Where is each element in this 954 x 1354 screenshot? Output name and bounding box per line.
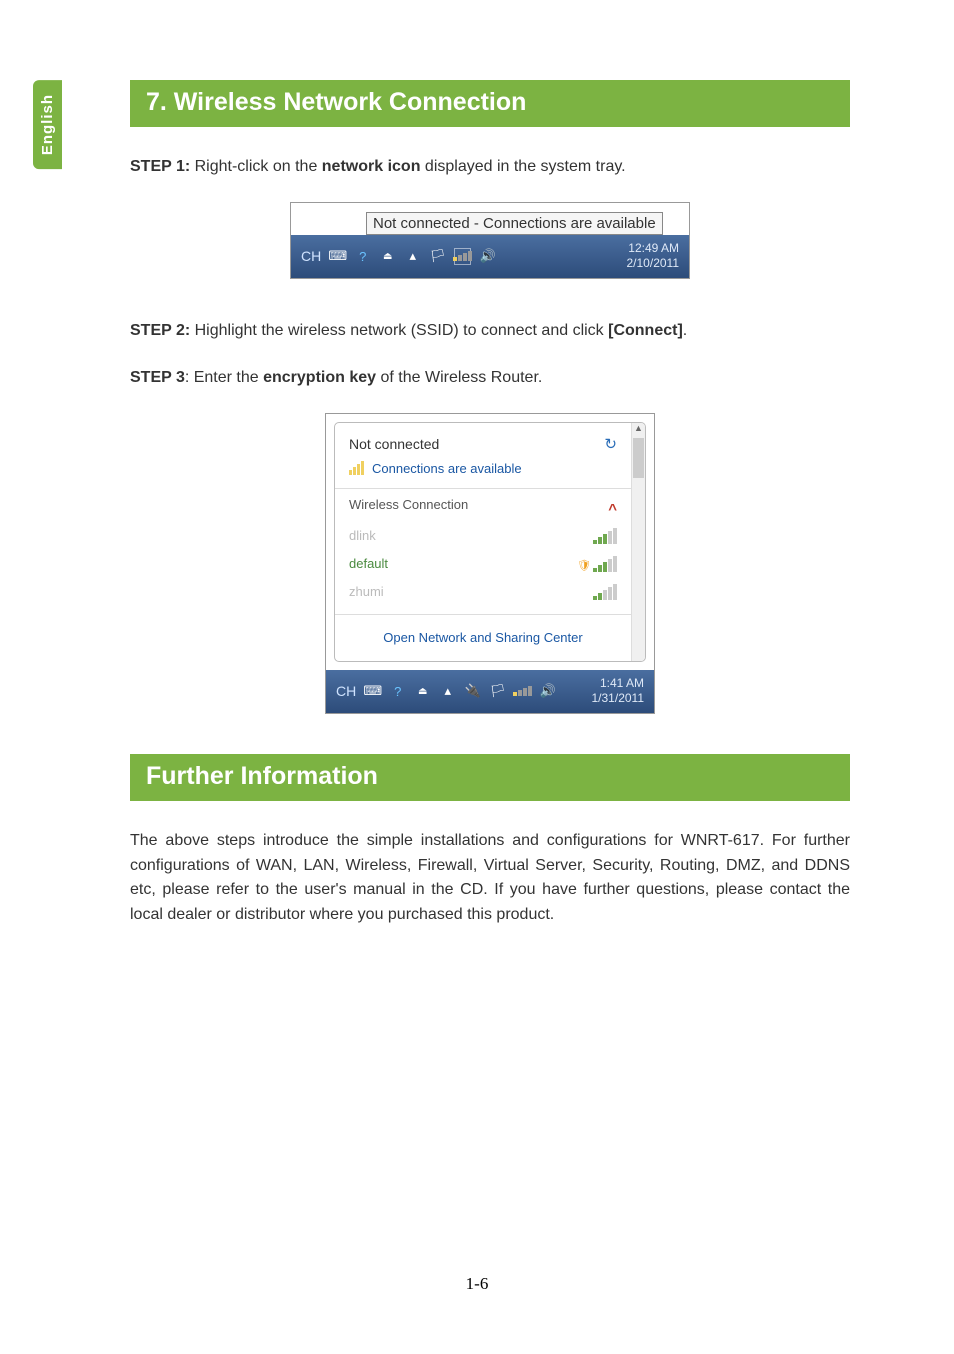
screenshot-network-popup: Not connected ↻ Connections are availabl… <box>325 413 655 714</box>
signal-strength-icon <box>593 584 617 600</box>
network-name: dlink <box>349 528 376 543</box>
scroll-thumb[interactable] <box>633 438 644 478</box>
keyboard-icon[interactable]: ⌨ <box>364 683 381 700</box>
step-2-text-a: Highlight the wireless network (SSID) to… <box>190 322 608 339</box>
step-1-bold: network icon <box>322 158 421 175</box>
network-list-title: Wireless Connection <box>349 497 468 512</box>
popup-subtext: Connections are available <box>372 461 522 476</box>
safely-remove-icon[interactable]: ⏏ <box>379 248 396 265</box>
step-3-text-a: : Enter the <box>185 369 263 386</box>
taskbar-clock[interactable]: 1:41 AM 1/31/2011 <box>592 676 645 707</box>
network-icon[interactable] <box>514 683 531 700</box>
network-tooltip: Not connected - Connections are availabl… <box>366 212 663 235</box>
action-center-icon[interactable]: 🏳 <box>429 248 446 265</box>
signal-bars-icon <box>453 251 472 261</box>
clock-date: 1/31/2011 <box>592 691 645 707</box>
network-item[interactable]: default 🛡 <box>349 550 617 578</box>
further-info-paragraph: The above steps introduce the simple ins… <box>130 829 850 928</box>
network-name: zhumi <box>349 584 384 599</box>
taskbar-icons: CH ⌨ ? ⏏ ▴ 🏳 🔊 <box>301 248 627 265</box>
section-heading-further-info: Further Information <box>130 754 850 801</box>
step-2-label: STEP 2: <box>130 322 190 339</box>
help-icon[interactable]: ? <box>354 248 371 265</box>
step-3-text-b: of the Wireless Router. <box>376 369 542 386</box>
step-1-text-a: Right-click on the <box>190 158 322 175</box>
clock-time: 12:49 AM <box>627 241 680 257</box>
taskbar-clock[interactable]: 12:49 AM 2/10/2011 <box>627 241 680 272</box>
page-number: 1-6 <box>0 1274 954 1294</box>
network-icon[interactable] <box>454 248 471 265</box>
network-item[interactable]: dlink <box>349 522 617 550</box>
action-center-icon[interactable]: 🏳 <box>489 683 506 700</box>
signal-strength-icon <box>593 528 617 544</box>
step-3-label: STEP 3 <box>130 369 185 386</box>
page-content: 7. Wireless Network Connection STEP 1: R… <box>130 80 850 950</box>
step-2-bold: [Connect] <box>608 322 683 339</box>
taskbar: CH ⌨ ? ⏏ ▴ 🔌 🏳 🔊 1:41 AM <box>326 670 654 713</box>
scrollbar[interactable]: ▲ <box>631 423 645 661</box>
step-1-label: STEP 1: <box>130 158 190 175</box>
keyboard-icon[interactable]: ⌨ <box>329 248 346 265</box>
clock-time: 1:41 AM <box>592 676 645 692</box>
volume-icon[interactable]: 🔊 <box>479 248 496 265</box>
show-hidden-icon[interactable]: ▴ <box>404 248 421 265</box>
step-1: STEP 1: Right-click on the network icon … <box>130 155 850 180</box>
signal-strength-secured-icon: 🛡 <box>577 556 617 572</box>
scroll-up-icon[interactable]: ▲ <box>632 423 645 437</box>
refresh-icon[interactable]: ↻ <box>604 435 617 453</box>
popup-status: Not connected <box>349 436 439 452</box>
warning-signal-icon <box>349 461 364 475</box>
signal-bars-icon <box>513 686 532 696</box>
network-item[interactable]: zhumi <box>349 578 617 606</box>
power-icon[interactable]: 🔌 <box>464 683 481 700</box>
clock-date: 2/10/2011 <box>627 256 680 272</box>
screenshot-systray-tooltip: Not connected - Connections are availabl… <box>290 202 690 279</box>
step-3-bold: encryption key <box>263 369 376 386</box>
step-2: STEP 2: Highlight the wireless network (… <box>130 319 850 344</box>
taskbar-icons: CH ⌨ ? ⏏ ▴ 🔌 🏳 🔊 <box>336 683 592 700</box>
section-heading-wireless: 7. Wireless Network Connection <box>130 80 850 127</box>
show-hidden-icon[interactable]: ▴ <box>439 683 456 700</box>
ime-indicator[interactable]: CH <box>336 683 356 699</box>
sharing-center-link[interactable]: Open Network and Sharing Center <box>383 630 582 645</box>
network-popup: Not connected ↻ Connections are availabl… <box>334 422 646 662</box>
step-3: STEP 3: Enter the encryption key of the … <box>130 366 850 391</box>
step-2-text-b: . <box>683 322 687 339</box>
popup-subheader: Connections are available <box>335 457 631 489</box>
help-icon[interactable]: ? <box>389 683 406 700</box>
network-list: Wireless Connection ^ dlink <box>335 489 631 614</box>
volume-icon[interactable]: 🔊 <box>539 683 556 700</box>
step-1-text-b: displayed in the system tray. <box>420 158 625 175</box>
ime-indicator[interactable]: CH <box>301 248 321 264</box>
popup-header: Not connected ↻ <box>335 423 631 457</box>
network-name: default <box>349 556 388 571</box>
taskbar: CH ⌨ ? ⏏ ▴ 🏳 🔊 12:49 AM 2/10 <box>291 235 689 278</box>
safely-remove-icon[interactable]: ⏏ <box>414 683 431 700</box>
collapse-icon[interactable]: ^ <box>608 501 617 518</box>
language-tab: English <box>33 80 62 169</box>
popup-footer: Open Network and Sharing Center <box>335 614 631 661</box>
